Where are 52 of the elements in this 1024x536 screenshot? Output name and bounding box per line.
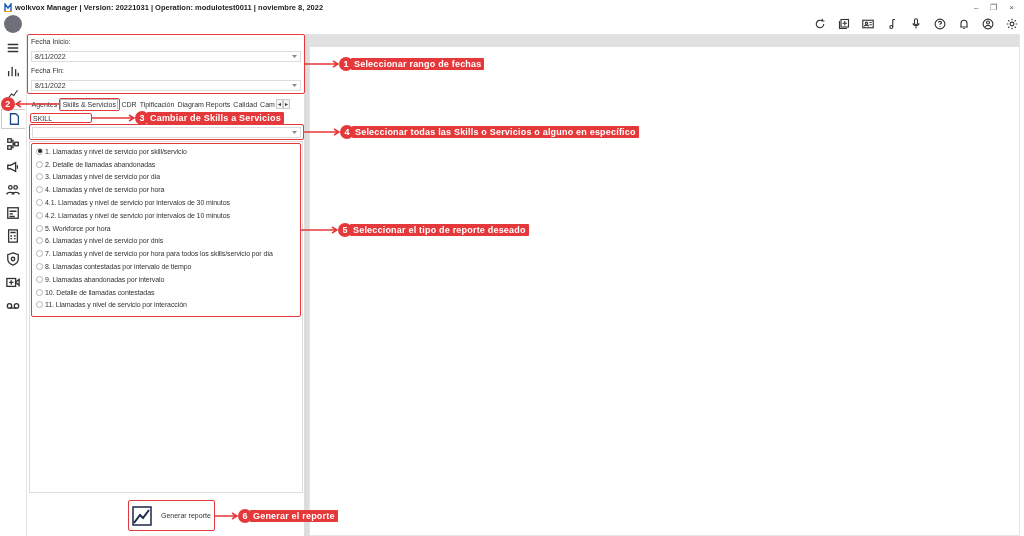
number-badge: 1 — [339, 57, 353, 71]
dropdown-caret-icon[interactable] — [292, 55, 297, 58]
number-badge: 3 — [135, 111, 149, 125]
network-icon[interactable] — [6, 137, 20, 151]
radio-button[interactable] — [36, 224, 43, 232]
menu-icon[interactable] — [6, 41, 20, 55]
radio-button[interactable] — [36, 250, 43, 258]
callout-label: Cambiar de Skills a Servicios — [147, 112, 284, 124]
radio-button[interactable] — [36, 301, 43, 309]
group-icon[interactable] — [6, 183, 20, 197]
callout-label: Seleccionar rango de fechas — [351, 58, 485, 70]
calculator-icon[interactable] — [6, 229, 20, 243]
avatar-icon[interactable] — [4, 15, 22, 33]
radio-button[interactable] — [36, 199, 43, 207]
refresh-icon[interactable] — [814, 18, 826, 30]
video-icon[interactable] — [6, 275, 20, 289]
callout-label: Generar el reporte — [250, 509, 338, 522]
app-logo-icon — [4, 2, 12, 12]
microphone-icon[interactable] — [910, 18, 922, 30]
number-badge: 6 — [238, 508, 252, 523]
user-circle-icon[interactable] — [982, 18, 994, 30]
radio-button[interactable] — [36, 211, 43, 219]
number-badge: 5 — [338, 223, 352, 237]
radio-button[interactable] — [36, 237, 43, 245]
dropdown-caret-icon[interactable] — [292, 131, 297, 134]
radio-button[interactable] — [36, 288, 43, 296]
callout-label: Seleccionar el tipo de reporte deseado — [350, 224, 529, 236]
shield-icon[interactable] — [6, 252, 20, 266]
close-button[interactable]: × — [1009, 2, 1014, 12]
bell-icon[interactable] — [958, 18, 970, 30]
settings-icon[interactable] — [1006, 18, 1018, 30]
radio-button[interactable] — [36, 173, 43, 181]
radio-button[interactable] — [36, 160, 43, 168]
help-icon[interactable] — [934, 18, 946, 30]
chart-icon — [132, 505, 152, 526]
radio-button[interactable] — [36, 147, 43, 155]
line-chart-icon[interactable] — [7, 88, 19, 100]
number-badge: 2 — [0, 97, 15, 111]
contact-card-icon[interactable] — [862, 18, 874, 30]
radio-button[interactable] — [36, 186, 43, 194]
radio-button[interactable] — [36, 263, 43, 271]
radio-button[interactable] — [36, 275, 43, 283]
minimize-button[interactable]: – — [973, 2, 979, 12]
restore-button[interactable]: ❐ — [990, 2, 998, 12]
music-note-icon[interactable] — [886, 18, 898, 30]
megaphone-icon[interactable] — [6, 160, 20, 174]
callout-label: Seleccionar todas las Skills o Servicios o alguno en específico — [352, 126, 639, 138]
dropdown-caret-icon[interactable] — [292, 84, 297, 87]
form-icon[interactable] — [6, 206, 20, 220]
number-badge: 4 — [340, 125, 354, 139]
bar-chart-icon[interactable] — [6, 64, 20, 78]
book-icon[interactable] — [838, 18, 850, 30]
